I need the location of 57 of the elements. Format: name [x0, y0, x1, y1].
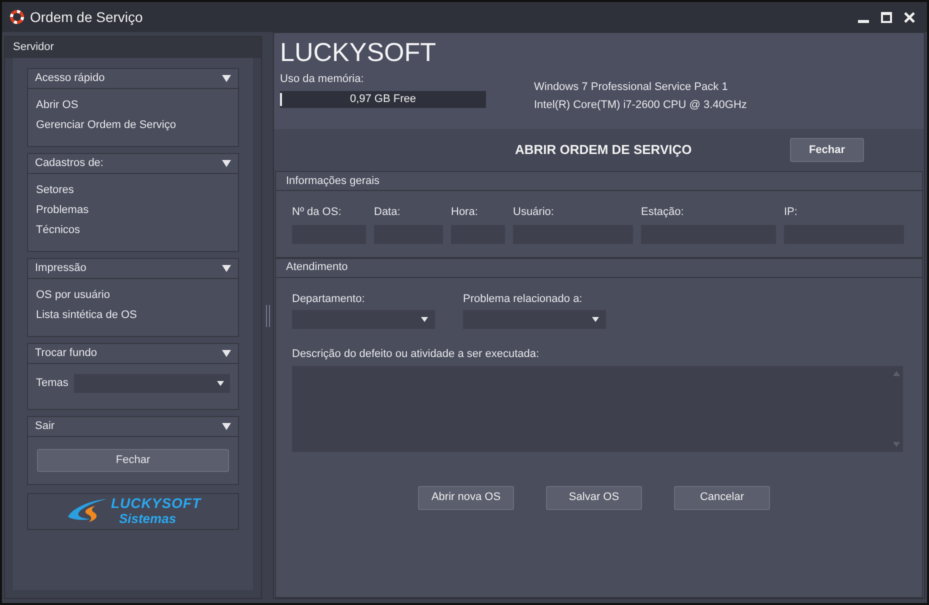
memory-reading: 0,97 GB Free	[348, 92, 418, 107]
dropdown-arrow-icon	[592, 317, 599, 322]
scroll-down-icon[interactable]	[892, 442, 900, 446]
system-info: Intel(R) Core(TM) i7-2600 CPU @ 3.40GHz	[534, 99, 747, 112]
field-label: Usuário:	[513, 205, 555, 220]
field-label: Nº da OS:	[292, 205, 342, 220]
field-label: Problema relacionado a:	[463, 292, 584, 306]
field-label: IP:	[784, 205, 798, 220]
dropdown[interactable]	[292, 310, 435, 329]
collapse-arrow-icon	[222, 160, 231, 167]
form-title: ABRIR ORDEM DE SERVIÇO	[515, 141, 692, 160]
section-header[interactable]: Sair	[28, 417, 238, 437]
description-label: Descrição do defeito ou atividade a ser executada:	[291, 347, 540, 362]
sidebar-header: Servidor	[5, 37, 261, 58]
sidebar-link[interactable]: Lista sintética de OS	[36, 308, 137, 322]
brand-title: LUCKYSOFT	[280, 37, 438, 67]
field-label: Data:	[374, 205, 402, 220]
lifebuoy-icon	[10, 10, 24, 24]
description-textarea[interactable]	[292, 366, 903, 452]
themes-dropdown[interactable]	[74, 374, 230, 393]
logo-subtitle: Sistemas	[118, 511, 178, 526]
close-button[interactable]: Fechar	[37, 448, 229, 472]
sidebar-link[interactable]: Setores	[36, 183, 74, 197]
close-icon[interactable]	[904, 12, 915, 22]
splitter-handle[interactable]	[266, 304, 270, 326]
section-header[interactable]: Impressão	[28, 259, 238, 279]
field-label: Hora:	[451, 205, 479, 220]
themes-label: Temas	[36, 376, 68, 392]
close-button[interactable]: Fechar	[790, 138, 864, 162]
section-header[interactable]: Cadastros de:	[28, 154, 238, 174]
section-header[interactable]: Trocar fundo	[28, 344, 238, 364]
collapse-arrow-icon	[222, 423, 231, 430]
field-label: Estação:	[641, 205, 685, 220]
collapse-arrow-icon	[222, 265, 231, 272]
window-title: Ordem de Serviço	[30, 8, 143, 27]
dropdown[interactable]	[463, 310, 606, 329]
sidebar-link[interactable]: Gerenciar Ordem de Serviço	[36, 118, 176, 132]
action-button[interactable]: Abrir nova OS	[418, 486, 514, 510]
action-button[interactable]: Cancelar	[674, 486, 770, 510]
dropdown-arrow-icon	[217, 381, 224, 386]
action-button[interactable]: Salvar OS	[546, 486, 642, 510]
sidebar-link[interactable]: Técnicos	[36, 223, 80, 237]
collapse-arrow-icon	[222, 350, 231, 357]
system-info: Windows 7 Professional Service Pack 1	[534, 81, 729, 94]
collapse-arrow-icon	[222, 75, 231, 82]
sidebar-link[interactable]: Problemas	[36, 203, 89, 217]
memory-label: Uso da memória:	[280, 72, 365, 87]
sidebar-link[interactable]: Abrir OS	[36, 98, 78, 112]
maximize-icon[interactable]	[881, 12, 892, 22]
group-header: Informações gerais	[276, 172, 922, 191]
sidebar-link[interactable]: OS por usuário	[36, 288, 110, 302]
dropdown-arrow-icon	[421, 317, 428, 322]
logo-text: LUCKYSOFT	[110, 496, 202, 512]
group-header: Atendimento	[276, 258, 922, 278]
field-label: Departamento:	[292, 292, 366, 306]
section-header[interactable]: Acesso rápido	[28, 69, 238, 89]
scroll-up-icon[interactable]	[892, 370, 900, 376]
